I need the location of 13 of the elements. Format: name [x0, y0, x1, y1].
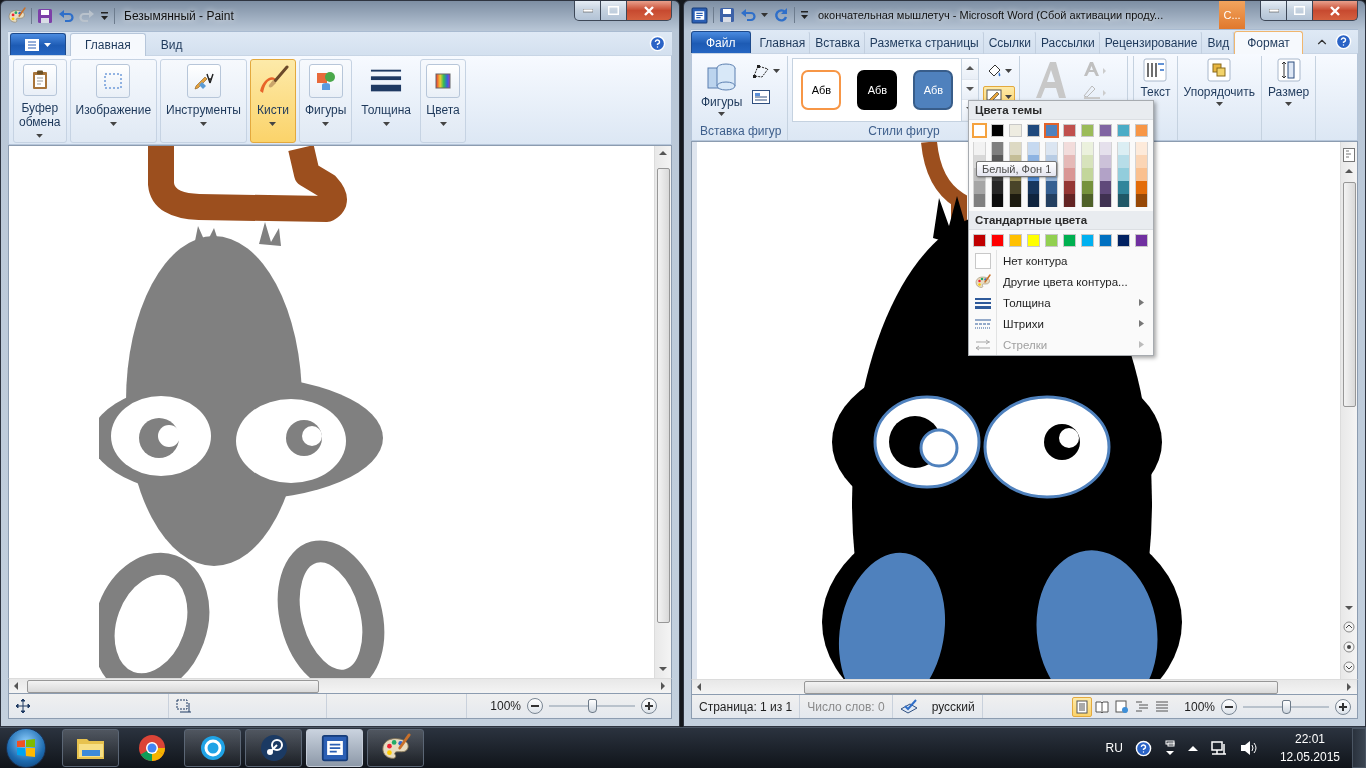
context-tab-header: С... — [1219, 1, 1245, 29]
window-title: Безымянный - Paint — [124, 9, 234, 23]
language-status: русский — [931, 699, 975, 714]
zoom-level: 100% — [490, 699, 521, 713]
menu-heading: Стандартные цвета — [969, 211, 1153, 230]
group-label: Стили фигур — [868, 124, 940, 140]
menu-heading: Цвета темы — [969, 101, 1153, 120]
zoom-level: 100% — [1184, 699, 1215, 714]
status-text: Страница: 1 из 1 — [699, 699, 793, 714]
tooltip: Белый, Фон 1 — [976, 161, 1058, 177]
status-text: Число слов: 0 — [807, 699, 885, 714]
group-label: Вставка фигур — [699, 124, 782, 140]
window-title: окончательная мышлетуч - Microsoft Word (Сбой активации проду... — [818, 9, 1164, 21]
